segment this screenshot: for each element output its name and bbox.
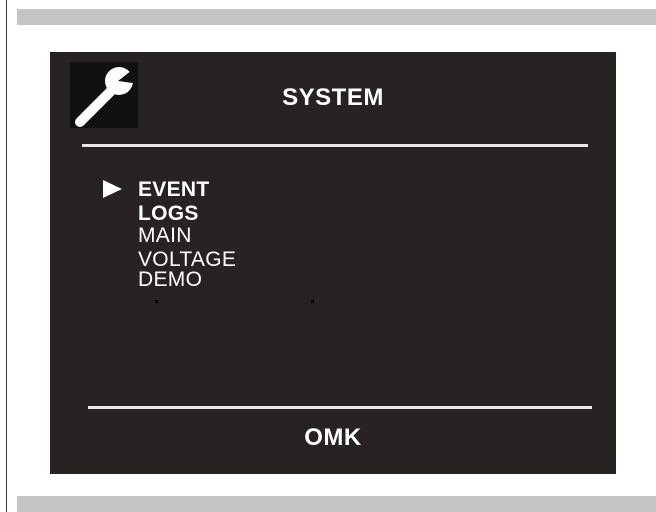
header-divider xyxy=(82,144,588,147)
footer-label: OMK xyxy=(304,424,362,451)
menu-item-event-logs[interactable]: EVENT LOGS xyxy=(138,178,210,226)
menu-item-demo[interactable]: DEMO xyxy=(138,268,202,292)
footer-divider xyxy=(88,406,592,409)
pixel-artifact xyxy=(155,300,158,303)
menu-item-main-voltage[interactable]: MAIN VOLTAGE xyxy=(138,224,236,272)
pixel-artifact xyxy=(311,300,314,303)
system-menu-screen: SYSTEM EVENT LOGS MAIN VOLTAGE DEMO OMK xyxy=(50,52,616,474)
triangle-right-icon xyxy=(103,180,122,198)
screen-title: SYSTEM xyxy=(282,84,384,111)
top-frame-band xyxy=(17,9,656,25)
bottom-frame-band xyxy=(17,496,656,512)
left-margin-rule xyxy=(6,0,7,512)
